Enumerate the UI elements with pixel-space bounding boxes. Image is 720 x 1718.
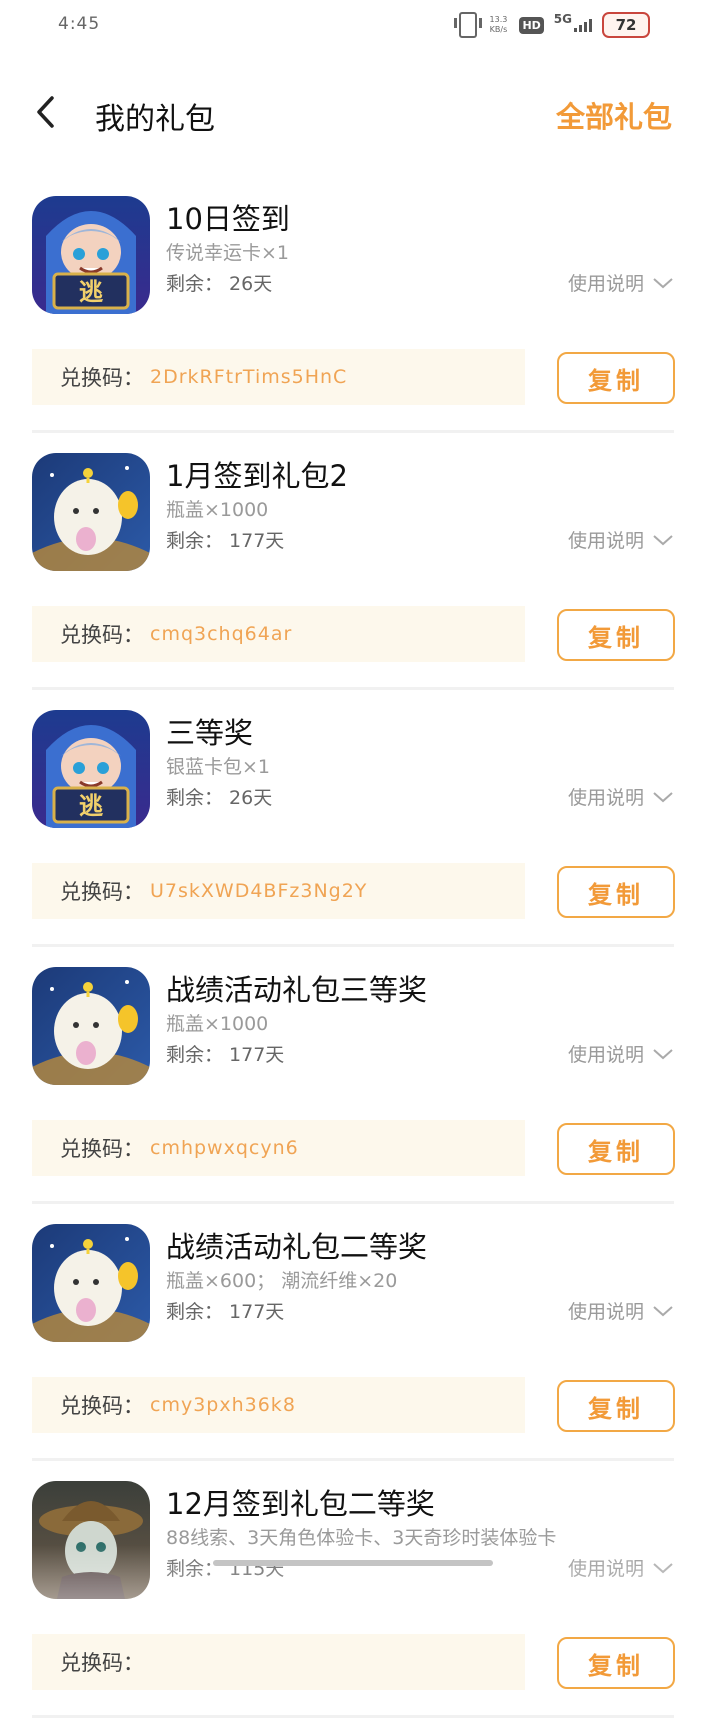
usage-note-toggle[interactable]: 使用说明 <box>568 783 674 810</box>
usage-note-label: 使用说明 <box>567 273 644 295</box>
gift-name: 10日签到 <box>166 202 290 236</box>
copy-button[interactable]: 复制 <box>557 866 675 918</box>
egg-mascot-game-icon <box>32 1224 150 1342</box>
code-label: 兑换码： <box>60 880 144 904</box>
code-label: 兑换码： <box>60 1137 144 1161</box>
gift-content: 传说幸运卡×1 <box>166 242 290 264</box>
chevron-down-icon <box>653 791 673 802</box>
gift-content: 瓶盖×600； 潮流纤维×20 <box>166 1270 398 1292</box>
home-indicator[interactable] <box>213 1560 493 1566</box>
redeem-code-box: 兑换码： cmq3chq64ar <box>32 606 525 662</box>
chevron-down-icon <box>653 1305 673 1316</box>
gift-remaining: 剩余： 26天 <box>166 273 273 295</box>
svg-text:逃: 逃 <box>79 792 103 820</box>
gift-content: 瓶盖×1000 <box>166 1013 269 1035</box>
chevron-down-icon <box>653 277 673 288</box>
hooded-boy-game-icon: 逃 <box>32 196 150 314</box>
redeem-code: 2DrkRFtrTims5HnC <box>150 366 348 388</box>
battery-level: 72 <box>615 16 637 34</box>
redeem-code: cmq3chq64ar <box>150 623 293 645</box>
copy-button[interactable]: 复制 <box>557 1123 675 1175</box>
gift-name: 12月签到礼包二等奖 <box>166 1487 435 1521</box>
gift-content: 瓶盖×1000 <box>166 499 269 521</box>
gift-item: 逃 三等奖银蓝卡包×1 剩余： 26天 使用说明兑换码： U7skXWD4BFz3Ng2… <box>0 690 720 947</box>
redeem-code-box: 兑换码： cmy3pxh36k8 <box>32 1377 525 1433</box>
code-label: 兑换码： <box>60 1651 144 1675</box>
signal-icon <box>574 18 592 32</box>
all-gifts-link[interactable]: 全部礼包 <box>556 94 672 136</box>
copy-button[interactable]: 复制 <box>557 609 675 661</box>
egg-mascot-game-icon <box>32 967 150 1085</box>
hooded-boy-game-icon: 逃 <box>32 710 150 828</box>
usage-note-label: 使用说明 <box>567 787 644 809</box>
redeem-code-box: 兑换码： 2DrkRFtrTims5HnC <box>32 349 525 405</box>
gift-remaining: 剩余： 177天 <box>166 530 285 552</box>
chevron-down-icon <box>653 1048 673 1059</box>
back-icon[interactable] <box>32 94 62 130</box>
redeem-code-box: 兑换码： cmhpwxqcyn6 <box>32 1120 525 1176</box>
battery-icon: 72 <box>602 12 650 38</box>
redeem-code-box: 兑换码： U7skXWD4BFz3Ng2Y <box>32 863 525 919</box>
usage-note-toggle[interactable]: 使用说明 <box>568 1297 674 1324</box>
gift-name: 1月签到礼包2 <box>166 459 348 493</box>
gift-remaining: 剩余： 177天 <box>166 1044 285 1066</box>
bottom-fade <box>0 1545 720 1600</box>
code-label: 兑换码： <box>60 1394 144 1418</box>
status-time: 4:45 <box>58 14 101 34</box>
chevron-down-icon <box>653 534 673 545</box>
usage-note-toggle[interactable]: 使用说明 <box>568 1040 674 1067</box>
usage-note-label: 使用说明 <box>567 1301 644 1323</box>
gift-remaining: 剩余： 26天 <box>166 787 273 809</box>
gift-content: 银蓝卡包×1 <box>166 756 271 778</box>
network-speed: 13.3 KB/s <box>489 15 508 34</box>
egg-mascot-game-icon <box>32 453 150 571</box>
copy-button[interactable]: 复制 <box>557 1637 675 1689</box>
code-label: 兑换码： <box>60 366 144 390</box>
gift-list: 逃 10日签到 传说幸运卡×1 剩余： 26天 使用说明 兑换码： 2DrkRFtrTims… <box>0 176 720 1718</box>
svg-text:逃: 逃 <box>79 278 103 306</box>
gift-item: 逃 10日签到传说幸运卡×1 剩余： 26天 使用说明兑换码： 2DrkRFtrTims… <box>0 176 720 433</box>
copy-button[interactable]: 复制 <box>557 352 675 404</box>
usage-note-label: 使用说明 <box>567 1044 644 1066</box>
redeem-code-box: 兑换码： <box>32 1634 525 1690</box>
hd-icon: HD <box>519 16 544 34</box>
status-bar: 4:45 13.3 KB/s HD 5G 72 <box>0 0 720 52</box>
gift-item: 1月签到礼包2 瓶盖×1000 剩余： 177天 使用说明兑换码： cmq3chq64a… <box>0 433 720 690</box>
gift-name: 三等奖 <box>166 716 254 750</box>
header: 我的礼包 全部礼包 <box>0 80 720 144</box>
network-type: 5G <box>553 12 572 26</box>
copy-button[interactable]: 复制 <box>557 1380 675 1432</box>
page-title: 我的礼包 <box>95 102 215 137</box>
usage-note-toggle[interactable]: 使用说明 <box>568 526 674 553</box>
gift-name: 战绩活动礼包三等奖 <box>166 973 428 1007</box>
usage-note-toggle[interactable]: 使用说明 <box>568 269 674 296</box>
redeem-code: U7skXWD4BFz3Ng2Y <box>150 880 368 902</box>
gift-name: 战绩活动礼包二等奖 <box>166 1230 428 1264</box>
gift-item: 战绩活动礼包三等奖瓶盖×1000 剩余： 177天 使用说明兑换码： cmhpwxqc… <box>0 947 720 1204</box>
redeem-code: cmy3pxh36k8 <box>150 1394 296 1416</box>
vibrate-icon <box>454 12 483 38</box>
status-icons: 13.3 KB/s HD 5G 72 <box>454 12 650 38</box>
code-label: 兑换码： <box>60 623 144 647</box>
usage-note-label: 使用说明 <box>567 530 644 552</box>
gift-item: 战绩活动礼包二等奖瓶盖×600； 潮流纤维×20 剩余： 177天 使用说明兑换码：… <box>0 1204 720 1461</box>
redeem-code: cmhpwxqcyn6 <box>150 1137 299 1159</box>
gift-remaining: 剩余： 177天 <box>166 1301 285 1323</box>
